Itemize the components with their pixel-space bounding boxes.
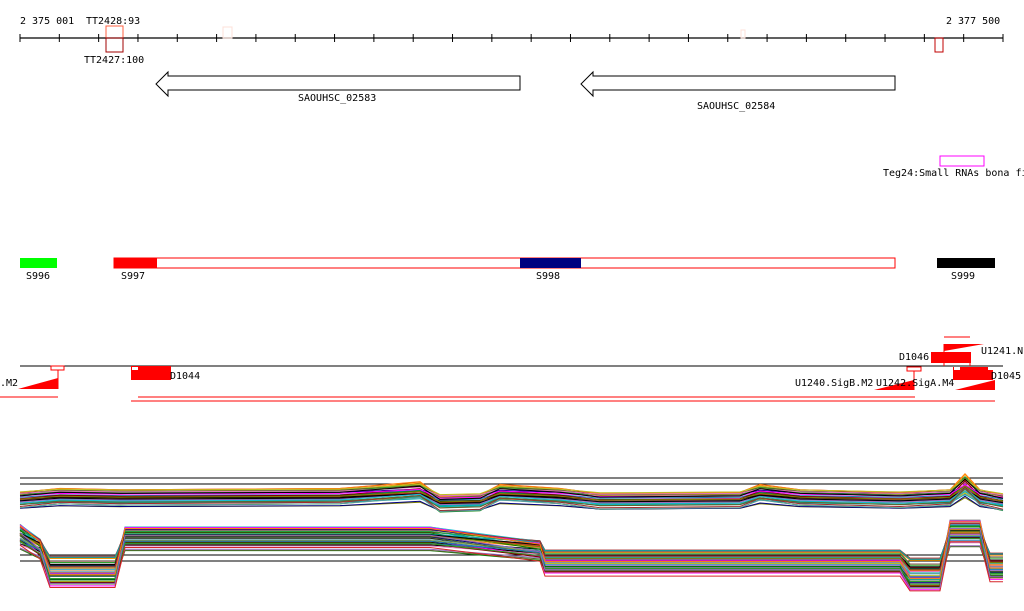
genome-browser-canvas: 2 375 001 2 377 500 TT2428:93 TT2427:100… bbox=[0, 16, 1024, 592]
promoter-d1045-label: D1045 bbox=[991, 371, 1021, 382]
srna-teg24[interactable] bbox=[939, 155, 985, 167]
promoter-left-label: .M2 bbox=[0, 378, 18, 389]
promoter-right[interactable] bbox=[955, 380, 995, 390]
segment-s997[interactable] bbox=[114, 258, 157, 268]
promoter-d1044-label: D1044 bbox=[170, 371, 200, 382]
promoter-u1242-label: U1242.SigA.M4 bbox=[876, 378, 954, 389]
terminator-faint-2[interactable] bbox=[740, 29, 746, 39]
gene-arrow-saouhsc-02584[interactable] bbox=[580, 70, 896, 98]
terminator-faint[interactable] bbox=[222, 26, 233, 39]
terminator-tt2428-label: TT2428:93 bbox=[86, 16, 140, 27]
terminator-tt2427[interactable] bbox=[105, 37, 124, 53]
promoter-left[interactable] bbox=[18, 378, 58, 389]
promoter-d1046[interactable] bbox=[931, 352, 971, 363]
segment-s998[interactable] bbox=[520, 258, 581, 268]
gene-label-saouhsc-02584: SAOUHSC_02584 bbox=[697, 101, 775, 112]
promoter-u1241[interactable] bbox=[944, 344, 984, 351]
segment-s996[interactable] bbox=[20, 258, 57, 268]
segment-s996-label: S996 bbox=[26, 271, 50, 282]
gene-label-saouhsc-02583: SAOUHSC_02583 bbox=[298, 93, 376, 104]
terminator-tt2428[interactable] bbox=[105, 25, 124, 39]
promoter-d1046-label: D1046 bbox=[899, 352, 929, 363]
segment-s999[interactable] bbox=[937, 258, 995, 268]
promoter-track: .M2 D1044 D1046 U1241.N U1240.SigB.M2 U1… bbox=[0, 336, 1023, 402]
srna-teg24-label: Teg24:Small RNAs bona fi bbox=[883, 168, 1024, 179]
ruler: 2 375 001 2 377 500 bbox=[19, 16, 1004, 42]
terminator-tt2427-label: TT2427:100 bbox=[84, 55, 144, 66]
expression-track bbox=[19, 472, 1004, 592]
segment-s999-label: S999 bbox=[951, 271, 975, 282]
promoter-u1240-label: U1240.SigB.M2 bbox=[795, 378, 873, 389]
segment-outline bbox=[113, 257, 896, 269]
segment-s997-label: S997 bbox=[121, 271, 145, 282]
promoter-u1241-label: U1241.N bbox=[981, 346, 1023, 357]
ruler-start-label: 2 375 001 bbox=[20, 16, 74, 27]
ruler-end-label: 2 377 500 bbox=[946, 16, 1000, 27]
terminator-right[interactable] bbox=[934, 37, 944, 53]
segment-s998-label: S998 bbox=[536, 271, 560, 282]
